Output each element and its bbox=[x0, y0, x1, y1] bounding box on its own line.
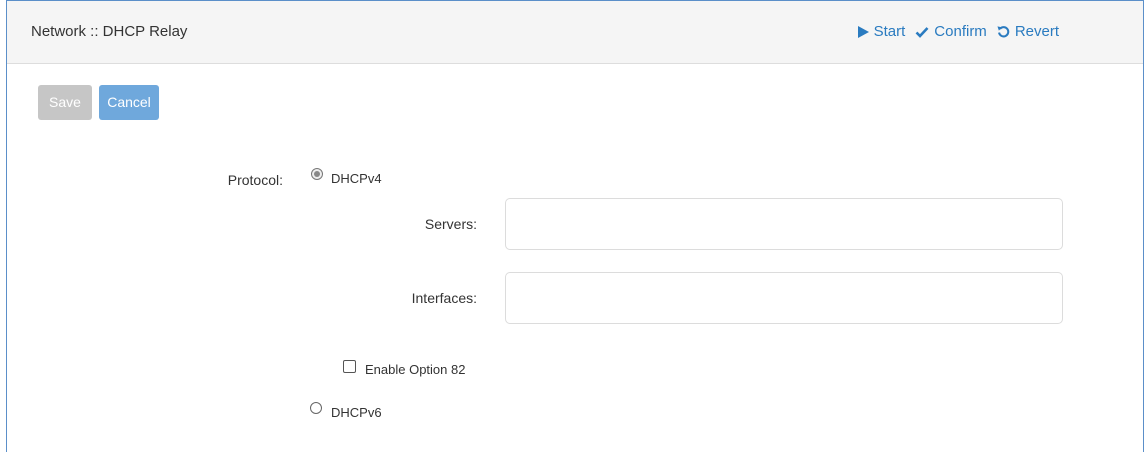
dhcpv6-label: DHCPv6 bbox=[331, 405, 382, 420]
dhcpv4-radio[interactable] bbox=[311, 168, 323, 180]
dhcpv4-label: DHCPv4 bbox=[331, 171, 382, 186]
revert-label: Revert bbox=[1014, 23, 1059, 40]
confirm-label: Confirm bbox=[934, 23, 987, 40]
dhcpv6-radio[interactable] bbox=[310, 402, 322, 414]
panel-header: Network :: DHCP Relay Start Confirm Reve… bbox=[7, 1, 1143, 64]
save-button[interactable]: Save bbox=[38, 85, 92, 120]
interfaces-input[interactable] bbox=[505, 272, 1063, 324]
dhcp-relay-panel: Network :: DHCP Relay Start Confirm Reve… bbox=[6, 0, 1144, 452]
header-actions: Start Confirm Revert bbox=[857, 23, 1059, 40]
play-icon bbox=[857, 25, 869, 38]
option82-label: Enable Option 82 bbox=[365, 362, 466, 377]
cancel-button[interactable]: Cancel bbox=[99, 85, 159, 120]
option82-checkbox[interactable] bbox=[343, 360, 356, 373]
page-title: Network :: DHCP Relay bbox=[31, 23, 188, 40]
servers-input[interactable] bbox=[505, 198, 1063, 250]
revert-button[interactable]: Revert bbox=[997, 23, 1059, 40]
confirm-button[interactable]: Confirm bbox=[915, 23, 987, 40]
check-icon bbox=[915, 26, 929, 38]
start-button[interactable]: Start bbox=[857, 23, 906, 40]
protocol-label: Protocol: bbox=[227, 172, 283, 188]
servers-label: Servers: bbox=[424, 216, 477, 232]
revert-icon bbox=[997, 26, 1010, 38]
interfaces-label: Interfaces: bbox=[411, 290, 477, 306]
start-label: Start bbox=[873, 23, 906, 40]
